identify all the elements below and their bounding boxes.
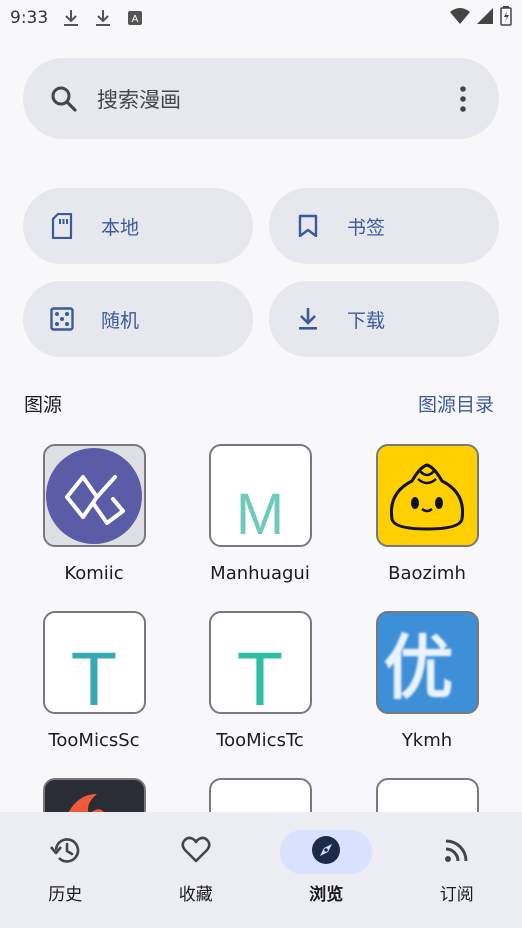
toomics-sc-logo: T	[42, 611, 146, 714]
download-icon	[295, 306, 321, 332]
status-right	[450, 6, 512, 30]
manhuagui-logo: M	[208, 444, 312, 547]
nav-label: 收藏	[178, 885, 213, 905]
komiic-logo	[42, 444, 146, 547]
partial-logo-1	[42, 778, 146, 812]
nav-favorites[interactable]: 收藏	[131, 812, 262, 928]
search-bar[interactable]: 搜索漫画	[23, 58, 499, 139]
sources-title: 图源	[24, 393, 63, 416]
download-icon	[62, 9, 80, 27]
search-icon	[49, 84, 79, 114]
source-item-partial-3[interactable]	[344, 778, 510, 812]
source-item-ykmh[interactable]: 优 Ykmh	[344, 611, 510, 751]
bookmark-button[interactable]: 书签	[269, 188, 499, 264]
source-item-baozimh[interactable]: Baozimh	[344, 444, 510, 584]
nav-pill	[280, 830, 373, 874]
logo-letter: T	[236, 637, 284, 714]
random-label: 随机	[101, 309, 140, 332]
nav-pill	[150, 830, 242, 874]
nav-subscriptions[interactable]: 订阅	[392, 812, 522, 928]
source-name: Komiic	[64, 563, 124, 584]
nav-history[interactable]: 历史	[0, 812, 131, 928]
baozimh-logo	[375, 444, 479, 547]
compass-icon	[311, 835, 341, 869]
nav-browse[interactable]: 浏览	[261, 812, 392, 928]
source-item-manhuagui[interactable]: M Manhuagui	[177, 444, 343, 584]
more-vert-icon[interactable]	[451, 84, 475, 114]
font-icon: A	[126, 9, 144, 27]
source-name: TooMicsSc	[48, 730, 140, 751]
logo-letter: T	[70, 637, 118, 714]
status-time: 9:33	[10, 8, 49, 28]
signal-icon	[476, 7, 494, 29]
source-item-toomicstc[interactable]: T TooMicsTc	[177, 611, 343, 751]
nav-pill	[19, 830, 111, 874]
battery-icon	[500, 6, 512, 30]
nav-label: 订阅	[439, 885, 474, 905]
bottom-nav: 历史 收藏 浏览 订阅	[0, 812, 522, 928]
local-label: 本地	[101, 216, 140, 239]
nav-pill	[411, 830, 503, 874]
local-button[interactable]: 本地	[23, 188, 253, 264]
dice-icon	[49, 306, 75, 332]
download-icon	[94, 9, 112, 27]
source-item-toomicssc[interactable]: T TooMicsSc	[11, 611, 177, 751]
sources-header: 图源 图源目录	[24, 388, 494, 418]
logo-letter: M	[235, 482, 285, 547]
bookmark-icon	[295, 213, 321, 239]
rss-icon	[444, 837, 470, 867]
source-grid: Komiic M Manhuagui Baozimh T TooMicsSc T	[0, 444, 522, 812]
logo-letter: 优	[383, 627, 454, 709]
status-bar: 9:33 A	[0, 0, 522, 36]
source-name: Ykmh	[401, 730, 453, 751]
source-name: TooMicsTc	[216, 730, 304, 751]
wifi-icon	[450, 7, 470, 29]
sd-card-icon	[49, 213, 75, 239]
toomics-tc-logo: T	[208, 611, 312, 714]
source-item-partial-1[interactable]	[11, 778, 177, 812]
random-button[interactable]: 随机	[23, 281, 253, 357]
history-icon	[50, 836, 80, 868]
nav-label: 浏览	[309, 885, 344, 905]
download-button[interactable]: 下载	[269, 281, 499, 357]
partial-logo-3	[375, 778, 479, 812]
source-name: Baozimh	[388, 563, 466, 584]
ykmh-logo: 优	[375, 611, 479, 714]
source-name: Manhuagui	[210, 563, 310, 584]
search-input[interactable]: 搜索漫画	[97, 84, 451, 114]
svg-text:A: A	[132, 14, 139, 25]
source-item-komiic[interactable]: Komiic	[11, 444, 177, 584]
source-item-partial-2[interactable]	[177, 778, 343, 812]
nav-label: 历史	[48, 885, 83, 905]
source-catalog-link[interactable]: 图源目录	[418, 390, 494, 417]
bookmark-label: 书签	[347, 216, 386, 239]
heart-icon	[181, 836, 211, 868]
partial-logo-2	[208, 778, 312, 812]
download-label: 下载	[347, 309, 386, 332]
